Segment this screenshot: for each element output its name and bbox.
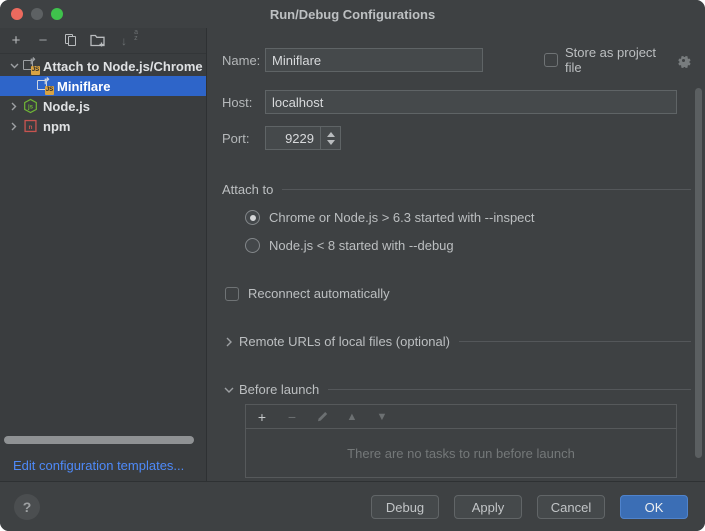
attach-to-title: Attach to: [222, 182, 273, 197]
before-launch-toolbar: + − ▲ ▼: [246, 405, 676, 429]
section-divider: [328, 389, 691, 390]
before-launch-panel: + − ▲ ▼ There are no tasks to run before…: [245, 404, 677, 478]
store-as-project-file-checkbox[interactable]: [544, 53, 558, 67]
move-task-up-icon[interactable]: ▲: [345, 411, 359, 423]
host-label: Host:: [222, 95, 265, 110]
host-row: Host:: [222, 90, 691, 114]
remote-urls-title: Remote URLs of local files (optional): [239, 334, 450, 349]
name-row: Name: Store as project file: [222, 48, 691, 72]
attach-to-section-header: Attach to: [222, 182, 691, 197]
port-label: Port:: [222, 131, 265, 146]
radio-option-label: Node.js < 8 started with --debug: [269, 238, 454, 253]
configurations-toolbar: + − ↓az: [0, 28, 206, 54]
gear-icon[interactable]: [676, 53, 691, 68]
radio-option-label: Chrome or Node.js > 6.3 started with --i…: [269, 210, 535, 225]
nodejs-icon: js: [22, 98, 40, 114]
add-task-icon[interactable]: +: [255, 409, 269, 425]
stepper-up-icon[interactable]: [327, 132, 335, 137]
name-label: Name:: [222, 53, 265, 68]
chevron-right-icon[interactable]: [6, 122, 22, 131]
tree-item-attach-to-nodejs-chrome[interactable]: ↱ JS Attach to Node.js/Chrome: [0, 56, 206, 76]
tree-item-label: Attach to Node.js/Chrome: [43, 59, 203, 74]
move-task-down-icon[interactable]: ▼: [375, 411, 389, 423]
attach-config-icon: ↱ JS: [36, 78, 54, 94]
run-debug-configurations-dialog: Run/Debug Configurations + − ↓az ↱: [0, 0, 705, 531]
ok-button[interactable]: OK: [620, 495, 688, 519]
port-stepper[interactable]: [320, 126, 341, 150]
chevron-down-icon[interactable]: [6, 63, 22, 69]
tree-item-label: Node.js: [43, 99, 90, 114]
radio-option-debug[interactable]: Node.js < 8 started with --debug: [245, 238, 454, 253]
apply-button[interactable]: Apply: [454, 495, 522, 519]
sort-configurations-icon[interactable]: ↓az: [116, 33, 132, 49]
sidebar-horizontal-scrollbar[interactable]: [4, 436, 194, 444]
name-input[interactable]: [265, 48, 483, 72]
chevron-down-icon[interactable]: [222, 387, 235, 393]
reconnect-checkbox[interactable]: [225, 287, 239, 301]
tree-item-nodejs[interactable]: js Node.js: [0, 96, 206, 116]
attach-config-icon: ↱ JS: [22, 58, 40, 74]
new-folder-icon[interactable]: [89, 33, 105, 49]
port-row: Port:: [222, 126, 341, 150]
remove-configuration-icon[interactable]: −: [35, 33, 51, 49]
reconnect-automatically-row[interactable]: Reconnect automatically: [225, 286, 390, 301]
npm-icon: n: [22, 118, 40, 134]
radio-option-inspect[interactable]: Chrome or Node.js > 6.3 started with --i…: [245, 210, 535, 225]
store-as-project-file-group: Store as project file: [544, 45, 691, 75]
radio-selected-icon[interactable]: [245, 210, 260, 225]
tree-item-label: Miniflare: [57, 79, 110, 94]
before-launch-empty-text: There are no tasks to run before launch: [246, 429, 676, 478]
radio-unselected-icon[interactable]: [245, 238, 260, 253]
remote-urls-section-header[interactable]: Remote URLs of local files (optional): [222, 334, 691, 349]
svg-text:js: js: [27, 104, 34, 111]
port-input[interactable]: [265, 126, 320, 150]
dialog-title: Run/Debug Configurations: [0, 0, 705, 28]
chevron-right-icon[interactable]: [222, 337, 235, 347]
remove-task-icon[interactable]: −: [285, 409, 299, 425]
host-input[interactable]: [265, 90, 677, 114]
configuration-form: Name: Store as project file Host: Port:: [208, 28, 705, 481]
copy-configuration-icon[interactable]: [62, 33, 78, 49]
configurations-sidebar: + − ↓az ↱ JS Attach to Node.js/Chr: [0, 28, 207, 481]
stepper-down-icon[interactable]: [327, 140, 335, 145]
chevron-right-icon[interactable]: [6, 102, 22, 111]
titlebar: Run/Debug Configurations: [0, 0, 705, 28]
add-configuration-icon[interactable]: +: [8, 33, 24, 49]
svg-text:n: n: [29, 124, 33, 131]
reconnect-label: Reconnect automatically: [248, 286, 390, 301]
tree-item-npm[interactable]: n npm: [0, 116, 206, 136]
cancel-button[interactable]: Cancel: [537, 495, 605, 519]
configurations-tree: ↱ JS Attach to Node.js/Chrome ↱ JS Minif…: [0, 56, 206, 136]
dialog-footer: ? Debug Apply Cancel OK: [0, 481, 705, 531]
footer-buttons: Debug Apply Cancel OK: [371, 495, 688, 519]
section-divider: [282, 189, 691, 190]
help-button[interactable]: ?: [14, 494, 40, 520]
debug-button[interactable]: Debug: [371, 495, 439, 519]
tree-item-miniflare[interactable]: ↱ JS Miniflare: [0, 76, 206, 96]
store-as-project-file-label: Store as project file: [565, 45, 667, 75]
edit-configuration-templates-link[interactable]: Edit configuration templates...: [13, 458, 184, 473]
tree-item-label: npm: [43, 119, 70, 134]
section-divider: [459, 341, 691, 342]
before-launch-section-header[interactable]: Before launch: [222, 382, 691, 397]
edit-task-icon[interactable]: [315, 410, 329, 423]
form-vertical-scrollbar[interactable]: [695, 88, 702, 458]
before-launch-title: Before launch: [239, 382, 319, 397]
